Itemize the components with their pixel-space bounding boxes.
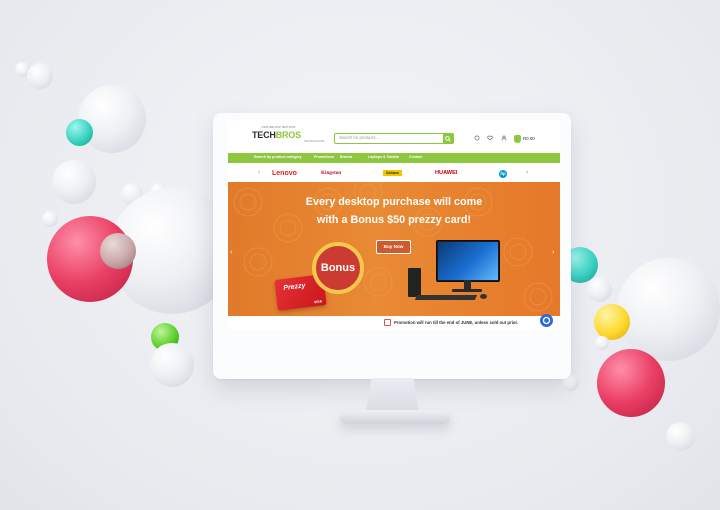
site-header: YOUR ONE STOP TECH SHOP TECHBROS TECHSOL… [228,120,560,148]
chat-widget-button[interactable] [540,314,553,327]
chat-icon [542,316,551,325]
decorative-sphere [617,258,720,361]
nav-item-category[interactable]: Search by product category [254,155,302,159]
banner-headline-line2: with a Bonus $50 prezzy card! [316,214,472,226]
decorative-sphere [42,211,58,227]
card-brand-text: Prezzy [282,282,306,293]
mouse-image [480,294,487,299]
wishlist-heart-icon[interactable] [487,135,493,141]
decorative-sphere [150,343,194,387]
decorative-sphere [666,422,695,451]
brand-hp[interactable]: hp [499,170,507,178]
buy-now-button[interactable]: Buy Now [376,240,411,254]
decorative-sphere [594,304,630,340]
user-account-icon[interactable] [501,135,507,141]
nav-item-contact[interactable]: Contact [409,155,422,159]
desktop-tower-image [408,268,421,297]
desktop-monitor-base [452,289,482,292]
monitor-stand-base [340,410,450,424]
carousel-prev-icon[interactable]: ‹ [258,169,260,176]
brand-huawei[interactable]: HUAWEI [435,170,457,176]
banner-headline-line1: Every desktop purchase will come [305,196,483,208]
promo-banner[interactable]: ‹ › Every desktop purchase will come wit… [228,182,560,316]
promotion-notice-text: Promotion will run till the end of JUNE,… [394,320,519,325]
decorative-sphere [52,160,96,204]
desktop-monitor-image [436,240,500,282]
decorative-sphere [27,63,53,89]
brand-sahara[interactable]: Sahara [383,170,402,176]
banner-next-icon[interactable]: › [552,249,554,256]
bonus-badge-label: Bonus [320,262,356,274]
decorative-sphere [587,277,612,302]
website-screen: YOUR ONE STOP TECH SHOP TECHBROS TECHSOL… [228,120,560,330]
carousel-next-icon[interactable]: › [526,169,528,176]
search-icon [445,135,451,142]
decorative-sphere [66,119,93,146]
brand-carousel: ‹ Lenovo Kingston Sahara HUAWEI hp › [228,165,560,182]
logo-subtext: TECHSOLUTIONS [304,140,325,143]
brand-lenovo[interactable]: Lenovo [272,170,297,177]
search-input[interactable]: Search for products... [339,135,379,140]
banner-prev-icon[interactable]: ‹ [230,249,232,256]
search-button[interactable] [443,134,453,143]
keyboard-image [414,295,478,300]
bonus-badge: Bonus [312,242,364,294]
site-logo[interactable]: YOUR ONE STOP TECH SHOP TECHBROS TECHSOL… [252,126,325,146]
decorative-sphere [595,336,609,350]
search-bar[interactable]: Search for products... [334,133,454,144]
gift-icon [384,319,391,326]
nav-item-promotions[interactable]: Promotions [314,155,334,159]
promotion-notice: Promotion will run till the end of JUNE,… [228,316,560,330]
main-navigation: Search by product category Promotions Br… [228,153,560,163]
nav-item-brands[interactable]: Brands [340,155,352,159]
compare-icon[interactable] [474,135,480,141]
decorative-sphere [597,349,665,417]
logo-wordmark: TECHBROS [252,130,301,140]
nav-item-laptops-tablets[interactable]: Laptops & Tablets [368,155,399,159]
cart-icon[interactable] [514,135,521,143]
cart-total: R0.00 [523,136,535,141]
decorative-sphere [100,233,136,269]
card-network-text: VISA [313,299,323,305]
logo-tagline: YOUR ONE STOP TECH SHOP [261,126,296,129]
brand-kingston[interactable]: Kingston [321,170,341,176]
